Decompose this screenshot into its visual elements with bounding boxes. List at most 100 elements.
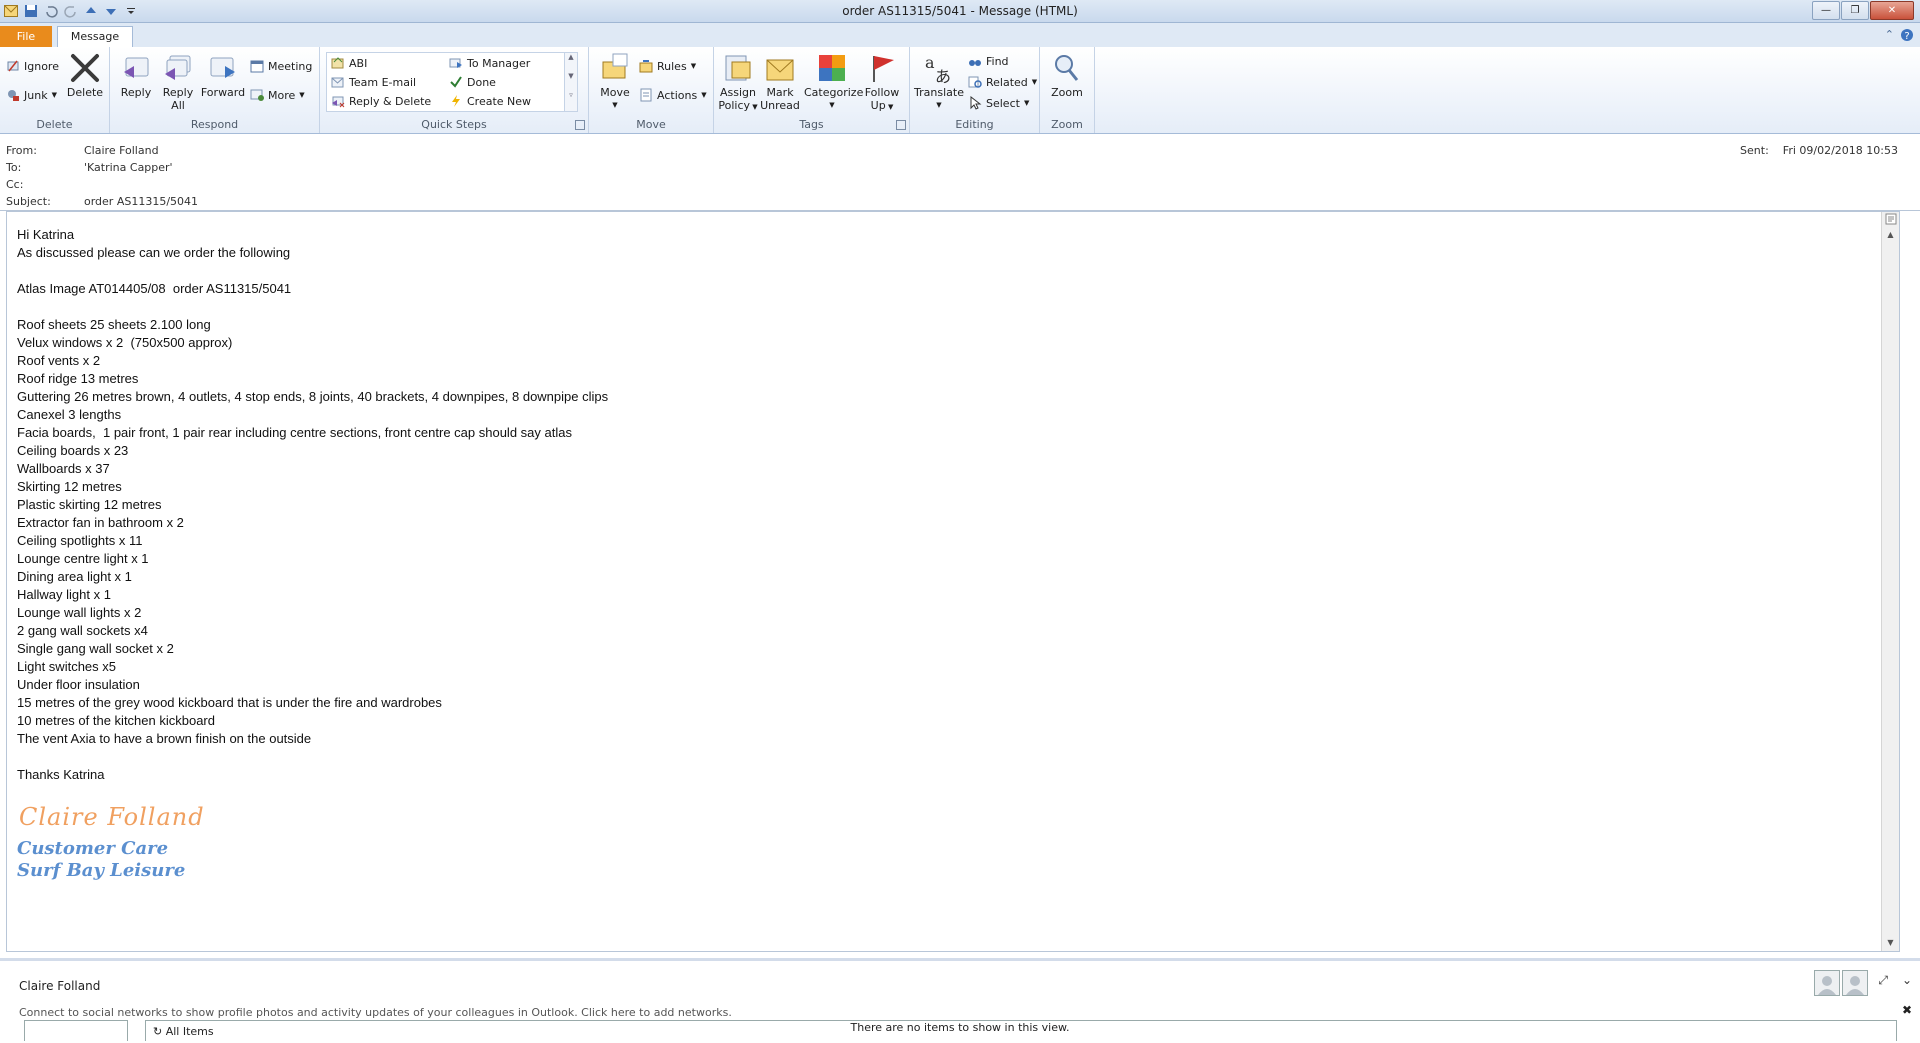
delete-button[interactable]: Delete: [65, 52, 105, 99]
actions-button[interactable]: Actions ▼: [639, 88, 707, 102]
related-button[interactable]: Related ▼: [968, 75, 1037, 89]
ignore-button[interactable]: Ignore: [6, 59, 59, 73]
quick-steps-gallery: ABI To Manager Team E-mail Done Reply & …: [326, 52, 578, 112]
body-options-icon[interactable]: [1882, 212, 1899, 226]
zoom-button[interactable]: Zoom: [1047, 52, 1087, 99]
respond-group-label: Respond: [190, 118, 239, 131]
status-bar: ↻ All Items There are no items to show i…: [0, 1018, 1920, 1041]
expand-icon[interactable]: ⤢: [1878, 973, 1888, 988]
select-button[interactable]: Select ▼: [968, 95, 1029, 110]
zoom-group: Zoom Zoom: [1040, 47, 1095, 133]
body-line: Facia boards, 1 pair front, 1 pair rear …: [17, 425, 572, 440]
minimize-button[interactable]: —: [1812, 1, 1840, 20]
junk-icon: [6, 88, 20, 102]
assign-policy-button[interactable]: Assign Policy ▼: [718, 52, 758, 114]
forward-button[interactable]: Forward: [200, 52, 246, 99]
reply-button[interactable]: Reply: [116, 52, 156, 99]
forward-icon: [207, 52, 239, 84]
move-button[interactable]: Move ▼: [597, 52, 633, 112]
tab-message[interactable]: Message: [57, 26, 133, 47]
body-line: [17, 262, 608, 280]
quick-step-done[interactable]: Done: [449, 75, 496, 89]
follow-up-button[interactable]: Follow Up ▼: [862, 52, 902, 114]
reply-icon: [120, 52, 152, 84]
meeting-button[interactable]: Meeting: [250, 59, 312, 73]
find-button[interactable]: Find: [968, 54, 1009, 68]
body-line: The vent Axia to have a brown finish on …: [17, 731, 312, 746]
translate-button[interactable]: aあ Translate ▼: [914, 52, 964, 112]
body-line: Atlas Image AT014405/08 order AS11315/50…: [17, 281, 292, 296]
related-icon: [968, 75, 982, 89]
delete-group-label: Delete: [36, 118, 73, 131]
body-line: Plastic skirting 12 metres: [17, 497, 162, 512]
avatar[interactable]: [1842, 970, 1868, 996]
tags-launcher-icon[interactable]: [896, 120, 906, 130]
zoom-group-label: Zoom: [1051, 118, 1083, 131]
body-line: 2 gang wall sockets x4: [17, 623, 148, 638]
svg-text:a: a: [925, 53, 935, 72]
tags-group-label: Tags: [799, 118, 824, 131]
help-icon[interactable]: ?: [1900, 28, 1914, 45]
avatar[interactable]: [1814, 970, 1840, 996]
minimize-ribbon-icon[interactable]: ⌃: [1885, 28, 1894, 45]
rules-icon: [639, 59, 653, 73]
body-line: 10 metres of the kitchen kickboard: [17, 713, 215, 728]
quick-step-team-email[interactable]: Team E-mail: [331, 75, 416, 89]
gallery-expand-icon[interactable]: ▿: [565, 91, 577, 110]
calendar-icon: [250, 59, 264, 73]
quick-step-abi[interactable]: ABI: [331, 56, 367, 70]
more-button[interactable]: More ▼: [250, 88, 305, 102]
move-dropdown-icon: ▼: [612, 101, 618, 109]
body-line: As discussed please can we order the fol…: [17, 245, 291, 260]
collapse-chevron-icon[interactable]: ⌄: [1902, 973, 1912, 988]
body-line: Dining area light x 1: [17, 569, 132, 584]
quick-step-to-manager[interactable]: To Manager: [449, 56, 530, 70]
ribbon-tabs: File Message ⌃ ?: [0, 23, 1920, 47]
body-line: Canexel 3 lengths: [17, 407, 122, 422]
junk-button[interactable]: Junk ▼: [6, 88, 57, 102]
body-line: [17, 298, 608, 316]
unread-envelope-icon: [764, 52, 796, 84]
rules-button[interactable]: Rules ▼: [639, 59, 696, 73]
ribbon: Ignore Junk ▼ Delete Delete Reply Reply A…: [0, 47, 1920, 134]
to-value[interactable]: 'Katrina Capper': [84, 161, 173, 174]
scroll-up-arrow[interactable]: ▲: [1882, 226, 1899, 243]
signature-department: Customer Care: [17, 838, 169, 859]
forward-arrow-icon: [449, 56, 463, 70]
scroll-down-icon[interactable]: ▼: [565, 72, 577, 91]
team-email-icon: [331, 75, 345, 89]
subject-value: order AS11315/5041: [84, 195, 199, 208]
body-line: Thanks Katrina: [17, 767, 105, 782]
categorize-button[interactable]: Categorize ▼: [804, 52, 863, 112]
people-pane-name[interactable]: Claire Folland: [19, 979, 100, 993]
mark-unread-button[interactable]: Mark Unread: [760, 52, 800, 112]
close-icon[interactable]: ✖: [1902, 1003, 1912, 1017]
empty-view-message: There are no items to show in this view.: [850, 1021, 1070, 1034]
body-scrollbar[interactable]: ▲ ▼: [1881, 212, 1899, 951]
people-pane-controls: ⤢ ⌄: [1878, 973, 1912, 988]
quick-steps-group-label: Quick Steps: [421, 118, 487, 131]
actions-icon: [639, 88, 653, 102]
cursor-icon: [968, 95, 982, 110]
tab-file[interactable]: File: [0, 26, 52, 47]
message-body[interactable]: Hi Katrina As discussed please can we ord…: [6, 211, 1900, 952]
translate-icon: aあ: [923, 52, 955, 86]
reply-all-button[interactable]: Reply All: [158, 52, 198, 112]
body-line: Roof vents x 2: [17, 353, 101, 368]
restore-button[interactable]: ❐: [1841, 1, 1869, 20]
move-folder-icon: [599, 52, 631, 84]
scroll-up-icon[interactable]: ▲: [565, 53, 577, 72]
delete-group: Ignore Junk ▼ Delete Delete: [0, 47, 110, 133]
body-line: Hallway light x 1: [17, 587, 111, 602]
ignore-icon: [6, 59, 20, 73]
close-button[interactable]: ✕: [1870, 1, 1914, 20]
quick-steps-launcher-icon[interactable]: [575, 120, 585, 130]
scroll-down-arrow[interactable]: ▼: [1882, 934, 1899, 951]
body-line: Extractor fan in bathroom x 2: [17, 515, 184, 530]
from-value[interactable]: Claire Folland: [84, 144, 159, 157]
quick-step-reply-delete[interactable]: Reply & Delete: [331, 94, 431, 108]
body-line: Single gang wall socket x 2: [17, 641, 174, 656]
quick-steps-scroll[interactable]: ▲ ▼ ▿: [564, 53, 577, 111]
reply-all-icon: [162, 52, 194, 84]
quick-step-create-new[interactable]: Create New: [449, 94, 531, 108]
